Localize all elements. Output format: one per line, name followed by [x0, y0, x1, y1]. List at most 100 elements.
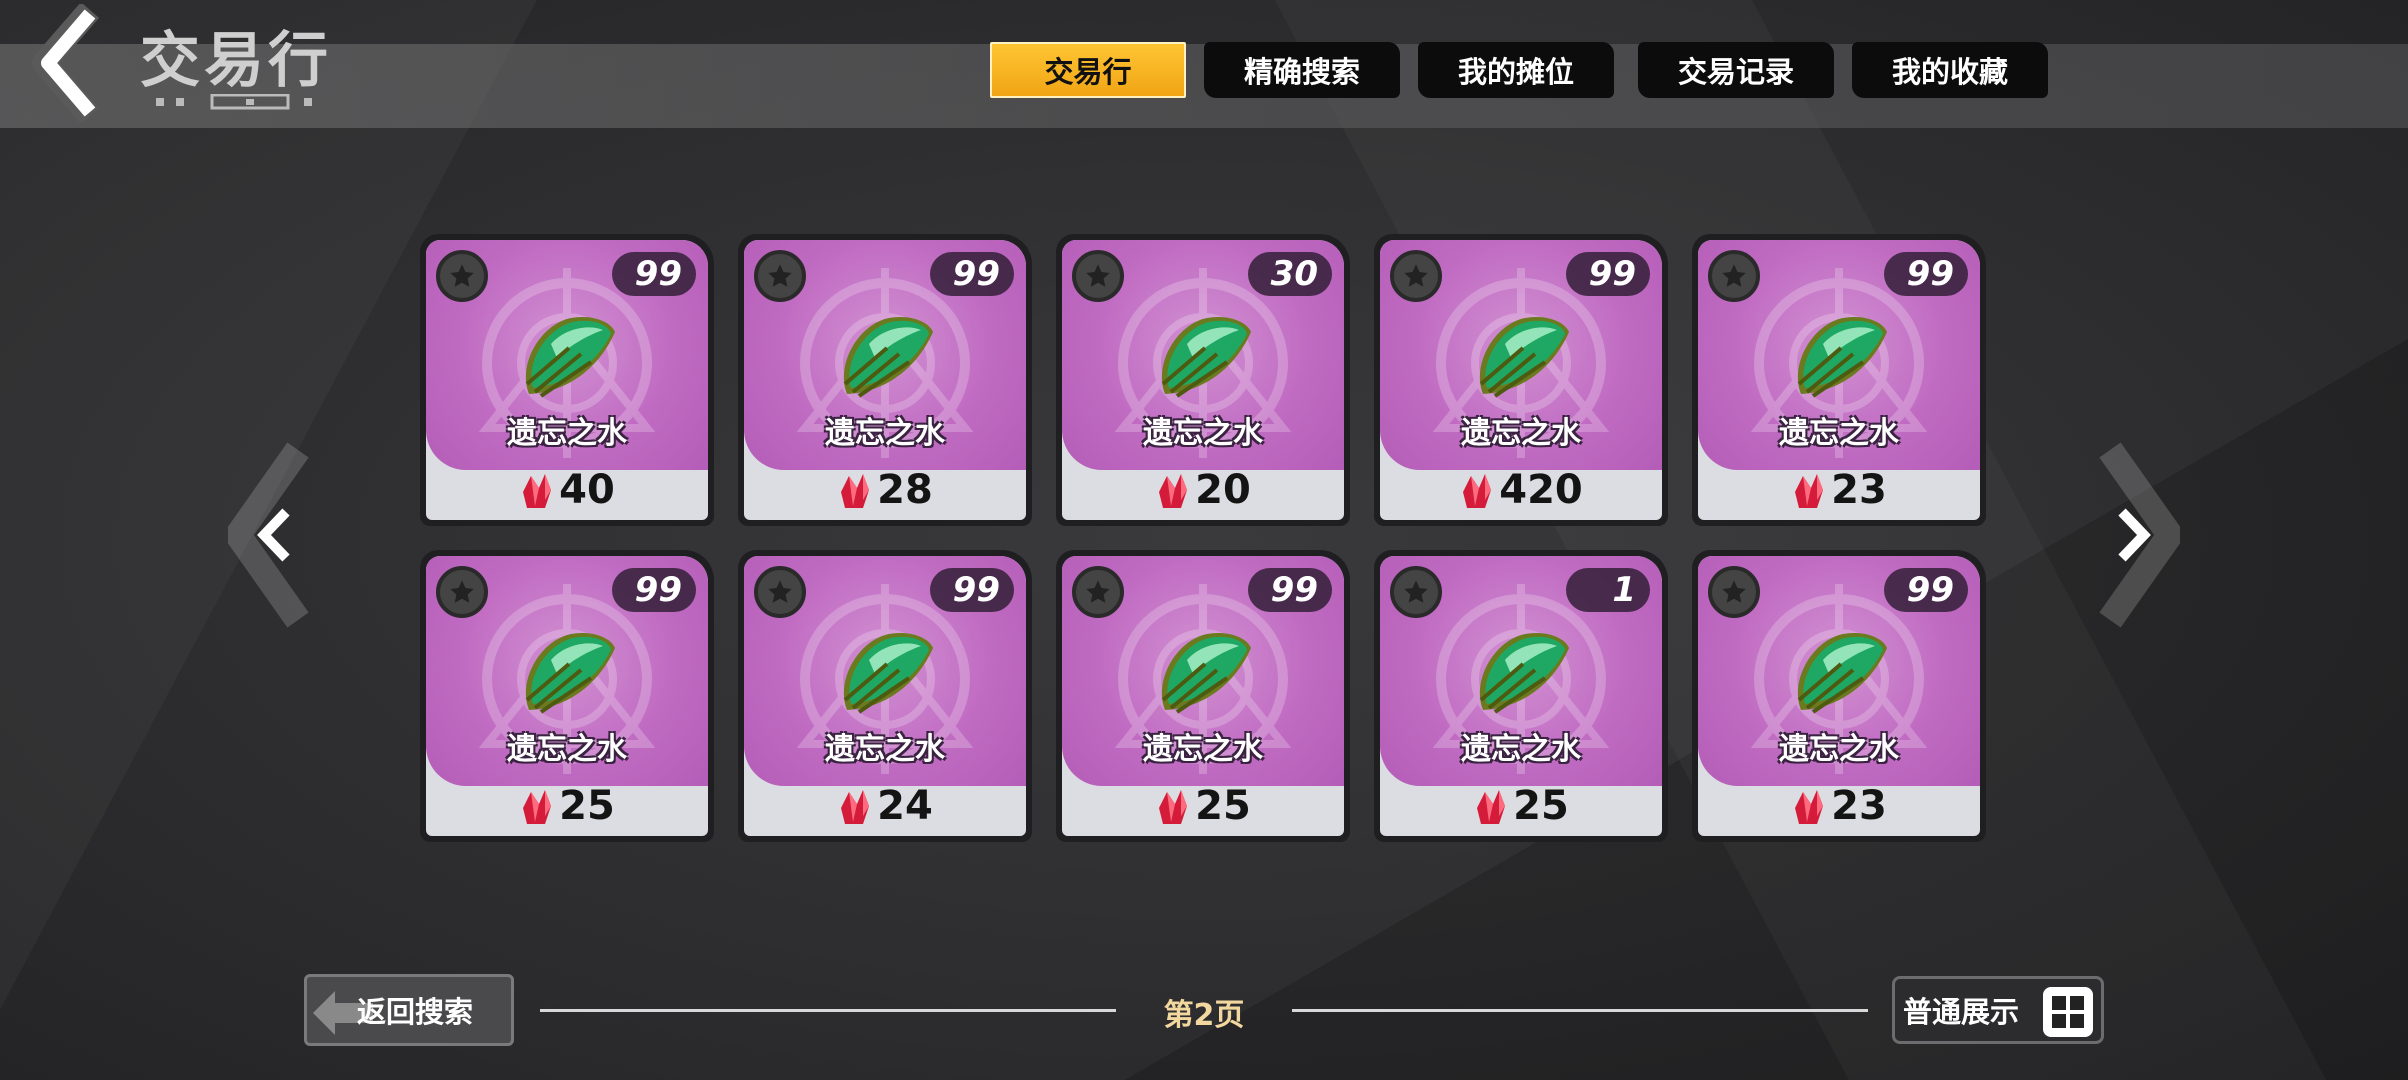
- red-crystal-icon: [841, 474, 870, 508]
- price-value: 25: [559, 783, 615, 829]
- price-row: 25: [426, 780, 708, 832]
- page-title: 交易行: [140, 26, 332, 96]
- return-search-button[interactable]: 返回搜索: [304, 974, 514, 1046]
- price-row: 23: [1698, 464, 1980, 516]
- green-gem-icon: [525, 632, 615, 714]
- page-indicator: 第2页: [1163, 998, 1245, 1033]
- item-name: 遗忘之水: [507, 732, 627, 767]
- item-card[interactable]: 99 遗忘之水 23: [1692, 234, 1986, 526]
- price-row: 40: [426, 464, 708, 516]
- green-gem-icon: [843, 632, 933, 714]
- star-icon: [1708, 566, 1760, 618]
- card-body: 99 遗忘之水 23: [1698, 240, 1980, 520]
- price-row: 28: [744, 464, 1026, 516]
- price-value: 24: [877, 783, 933, 829]
- item-card[interactable]: 99 遗忘之水 24: [738, 550, 1032, 842]
- green-gem-icon: [843, 316, 933, 398]
- price-value: 28: [877, 467, 933, 513]
- next-page-button[interactable]: [2090, 440, 2186, 630]
- count-badge: 99: [930, 568, 1014, 612]
- card-body: 99 遗忘之水 28: [744, 240, 1026, 520]
- tab-favorites[interactable]: 我的收藏: [1852, 42, 2048, 98]
- chevron-left-icon: [32, 2, 100, 124]
- star-icon: [754, 566, 806, 618]
- tab-trade[interactable]: 交易行: [990, 42, 1186, 98]
- grid-view-icon: [2043, 987, 2093, 1037]
- item-card[interactable]: 30 遗忘之水 20: [1056, 234, 1350, 526]
- green-gem-icon: [1797, 632, 1887, 714]
- price-row: 20: [1062, 464, 1344, 516]
- price-row: 25: [1062, 780, 1344, 832]
- star-icon: [1390, 566, 1442, 618]
- count-badge: 99: [930, 252, 1014, 296]
- card-body: 99 遗忘之水 25: [426, 556, 708, 836]
- card-body: 99 遗忘之水 420: [1380, 240, 1662, 520]
- item-card[interactable]: 99 遗忘之水 28: [738, 234, 1032, 526]
- item-name: 遗忘之水: [825, 732, 945, 767]
- green-gem-icon: [1797, 316, 1887, 398]
- count-badge: 99: [612, 252, 696, 296]
- item-card[interactable]: 99 遗忘之水 420: [1374, 234, 1668, 526]
- count-badge: 99: [1566, 252, 1650, 296]
- item-name: 遗忘之水: [1143, 416, 1263, 451]
- price-row: 24: [744, 780, 1026, 832]
- footer-divider-right: [1292, 1009, 1868, 1012]
- tab-trade-history[interactable]: 交易记录: [1638, 42, 1834, 98]
- background: [0, 0, 2408, 1080]
- price-value: 25: [1195, 783, 1251, 829]
- chevron-right-icon: [2099, 442, 2186, 628]
- tab-precise-search[interactable]: 精确搜索: [1204, 42, 1400, 98]
- star-icon: [436, 250, 488, 302]
- back-button[interactable]: [28, 2, 118, 124]
- item-name: 遗忘之水: [1779, 416, 1899, 451]
- card-body: 1 遗忘之水 25: [1380, 556, 1662, 836]
- display-mode-label: 普通展示: [1903, 995, 2020, 1029]
- price-value: 40: [559, 467, 615, 513]
- card-body: 30 遗忘之水 20: [1062, 240, 1344, 520]
- item-name: 遗忘之水: [1143, 732, 1263, 767]
- count-badge: 1: [1566, 568, 1650, 612]
- red-crystal-icon: [523, 790, 552, 824]
- item-name: 遗忘之水: [507, 416, 627, 451]
- red-crystal-icon: [1477, 790, 1506, 824]
- star-icon: [1708, 250, 1760, 302]
- item-card[interactable]: 99 遗忘之水 25: [420, 550, 714, 842]
- title-decoration: [156, 94, 312, 110]
- red-crystal-icon: [1159, 474, 1188, 508]
- price-value: 23: [1831, 467, 1887, 513]
- display-mode-button[interactable]: 普通展示: [1892, 976, 2104, 1044]
- item-card[interactable]: 99 遗忘之水 23: [1692, 550, 1986, 842]
- star-icon: [436, 566, 488, 618]
- count-badge: 99: [612, 568, 696, 612]
- item-name: 遗忘之水: [1461, 732, 1581, 767]
- item-card[interactable]: 1 遗忘之水 25: [1374, 550, 1668, 842]
- item-card[interactable]: 99 遗忘之水 40: [420, 234, 714, 526]
- count-badge: 30: [1248, 252, 1332, 296]
- green-gem-icon: [1161, 632, 1251, 714]
- return-search-label: 返回搜索: [356, 995, 473, 1029]
- price-value: 420: [1499, 467, 1583, 513]
- green-gem-icon: [1479, 316, 1569, 398]
- count-badge: 99: [1248, 568, 1332, 612]
- red-crystal-icon: [1463, 474, 1492, 508]
- tab-my-stall[interactable]: 我的摊位: [1418, 42, 1614, 98]
- price-row: 23: [1698, 780, 1980, 832]
- prev-page-button[interactable]: [222, 440, 318, 630]
- red-crystal-icon: [841, 790, 870, 824]
- star-icon: [1072, 566, 1124, 618]
- card-body: 99 遗忘之水 25: [1062, 556, 1344, 836]
- card-body: 99 遗忘之水 23: [1698, 556, 1980, 836]
- star-icon: [1072, 250, 1124, 302]
- card-body: 99 遗忘之水 24: [744, 556, 1026, 836]
- red-crystal-icon: [1795, 474, 1824, 508]
- price-row: 25: [1380, 780, 1662, 832]
- green-gem-icon: [1479, 632, 1569, 714]
- price-value: 23: [1831, 783, 1887, 829]
- star-icon: [754, 250, 806, 302]
- item-card[interactable]: 99 遗忘之水 25: [1056, 550, 1350, 842]
- footer-divider-left: [540, 1009, 1116, 1012]
- count-badge: 99: [1884, 568, 1968, 612]
- price-row: 420: [1380, 464, 1662, 516]
- item-name: 遗忘之水: [1461, 416, 1581, 451]
- red-crystal-icon: [523, 474, 552, 508]
